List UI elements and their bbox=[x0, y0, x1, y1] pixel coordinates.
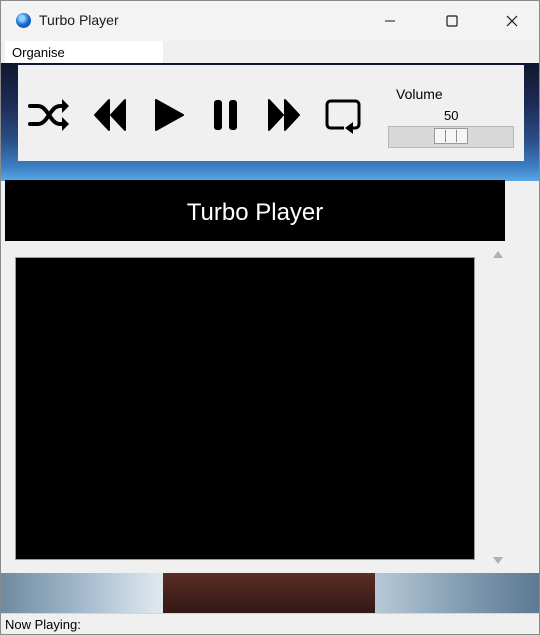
close-button[interactable] bbox=[489, 1, 535, 41]
pause-icon bbox=[214, 100, 237, 130]
repeat-button[interactable] bbox=[324, 98, 364, 134]
now-playing-label: Now Playing: bbox=[5, 617, 81, 632]
maximize-button[interactable] bbox=[429, 1, 475, 41]
scroll-up-arrow-icon[interactable] bbox=[493, 251, 503, 258]
app-icon bbox=[16, 13, 31, 28]
vertical-scrollbar[interactable] bbox=[488, 243, 509, 573]
playback-controls-panel: Volume 50 bbox=[18, 65, 524, 161]
fast-forward-icon bbox=[268, 99, 300, 131]
background-image-bottom bbox=[1, 573, 539, 613]
banner-title: Turbo Player bbox=[186, 199, 324, 226]
maximize-icon bbox=[446, 15, 458, 27]
pause-button[interactable] bbox=[212, 98, 240, 132]
player-title-banner: Turbo Player bbox=[5, 180, 505, 241]
close-icon bbox=[506, 15, 518, 27]
menu-bar: Organise bbox=[1, 41, 539, 63]
turbo-player-window: Turbo Player Organise Volume 50 Turbo Pl… bbox=[0, 0, 540, 635]
window-title: Turbo Player bbox=[39, 12, 119, 28]
content-area bbox=[5, 243, 539, 573]
menu-item-organise-label: Organise bbox=[12, 45, 65, 60]
status-bar: Now Playing: bbox=[1, 613, 539, 634]
rewind-icon bbox=[94, 99, 126, 131]
previous-button[interactable] bbox=[92, 97, 128, 133]
repeat-icon bbox=[325, 99, 361, 134]
shuffle-button[interactable] bbox=[28, 95, 70, 135]
shuffle-icon bbox=[28, 99, 69, 131]
menu-item-organise[interactable]: Organise bbox=[5, 41, 163, 63]
volume-slider-thumb[interactable] bbox=[434, 128, 468, 144]
title-bar: Turbo Player bbox=[1, 1, 539, 41]
scroll-down-arrow-icon[interactable] bbox=[493, 557, 503, 564]
video-display[interactable] bbox=[15, 257, 475, 560]
minimize-icon bbox=[385, 20, 395, 22]
volume-value: 50 bbox=[444, 108, 459, 123]
volume-label: Volume bbox=[396, 86, 443, 102]
volume-slider[interactable] bbox=[388, 126, 514, 148]
play-button[interactable] bbox=[152, 97, 186, 133]
play-icon bbox=[155, 99, 184, 131]
minimize-button[interactable] bbox=[367, 1, 413, 41]
background-figure bbox=[163, 573, 375, 613]
next-button[interactable] bbox=[266, 97, 302, 133]
